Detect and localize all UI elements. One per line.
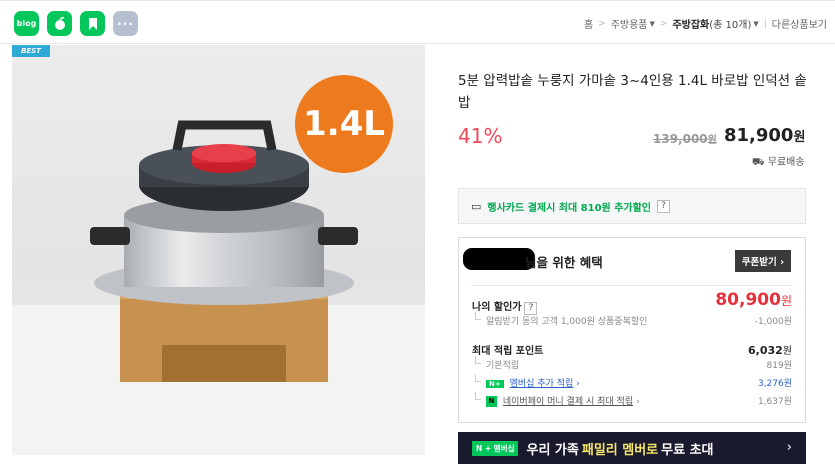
membership-points-row[interactable]: N+ 멤버십 추가 적립 › 3,276원 <box>472 374 792 389</box>
pressure-cooker-illustration <box>90 120 358 382</box>
banner-text-post: 무료 초대 <box>661 442 714 458</box>
original-price-unit: 원 <box>707 135 717 146</box>
original-price: 139,000원 <box>653 131 717 146</box>
chevron-right-icon: › <box>635 397 640 407</box>
chevron-right-icon: > <box>598 18 606 29</box>
product-image[interactable]: BEST 1.4L <box>12 45 425 455</box>
divider: | <box>763 18 767 29</box>
sale-price: 81,900원 <box>724 125 805 146</box>
npay-points-value: 1,637원 <box>757 397 792 407</box>
my-price-row: 나의 할인가? 80,900원 <box>472 290 792 315</box>
divider <box>471 285 793 286</box>
truck-icon: ⛟ <box>752 157 765 168</box>
banner-text-highlight: 패밀리 멤버로 <box>581 442 659 458</box>
benefit-header: 님을 위한 혜택 쿠폰받기 › <box>459 238 805 282</box>
card-promo-text: 행사카드 결제시 최대 810원 추가할인 <box>487 202 652 214</box>
credit-card-icon: ▭ <box>471 199 482 213</box>
chevron-right-icon: › <box>780 257 784 268</box>
my-price: 80,900원 <box>715 290 792 310</box>
alarm-discount-text: 알림받기 동의 고객 1,000원 상품중복할인 <box>486 317 648 327</box>
chevron-down-icon: ▼ <box>753 19 759 28</box>
breadcrumb-count: (총 10개) <box>709 20 752 31</box>
membership-points-value: 3,276원 <box>757 379 792 389</box>
naver-share-icon[interactable] <box>47 11 72 36</box>
bookmark-share-icon[interactable] <box>80 11 105 36</box>
breadcrumb: 홈 > 주방용품 ▼ > 주방잡화 (총 10개) ▼ | 다른상품보기 <box>584 16 827 32</box>
points-label: 최대 적립 포인트 <box>472 346 544 357</box>
points-total: 6,032원 <box>748 344 792 357</box>
npay-points-link[interactable]: 네이버페이 머니 결제 시 최대 적립 <box>503 397 633 407</box>
more-share-icon[interactable]: ··· <box>113 11 138 36</box>
base-points-row: 기본적립 819원 <box>472 356 792 371</box>
membership-points-link[interactable]: 멤버십 추가 적립 <box>510 379 574 389</box>
top-bar: blog ··· 홈 > 주방용품 ▼ > 주방잡화 (총 10개) ▼ | 다… <box>0 0 835 44</box>
chevron-down-icon: ▼ <box>649 19 655 28</box>
tree-line <box>475 374 481 382</box>
product-page: blog ··· 홈 > 주방용품 ▼ > 주방잡화 (총 10개) ▼ | 다… <box>0 0 835 468</box>
membership-badge: N + 멤버십 <box>472 440 519 456</box>
tree-line <box>475 312 481 320</box>
card-promo[interactable]: ▭ 행사카드 결제시 최대 810원 추가할인 ? <box>458 188 806 224</box>
npay-points-row[interactable]: N 네이버페이 머니 결제 시 최대 적립 › 1,637원 <box>472 392 792 407</box>
banner-text-pre: 우리 가족 <box>526 442 579 458</box>
breadcrumb-home[interactable]: 홈 <box>584 16 593 31</box>
coupon-button-label: 쿠폰받기 <box>741 257 777 268</box>
sale-price-value: 81,900 <box>724 125 794 146</box>
tree-line <box>475 356 481 364</box>
sale-price-unit: 원 <box>793 130 806 145</box>
base-points-label: 기본적립 <box>486 361 520 371</box>
tree-line <box>475 392 481 400</box>
blog-share-icon[interactable]: blog <box>14 11 39 36</box>
original-price-value: 139,000 <box>653 132 708 146</box>
chevron-right-icon: › <box>576 379 580 389</box>
share-buttons: blog ··· <box>14 11 138 36</box>
product-title: 5분 압력밥솥 누룽지 가마솥 3~4인용 1.4L 바로밥 인덕션 솥밥 <box>458 73 807 111</box>
my-price-label: 나의 할인가? <box>472 302 538 315</box>
chevron-right-icon: > <box>659 18 668 29</box>
naver-plus-icon: N+ <box>486 379 504 388</box>
npay-icon: N <box>486 396 497 407</box>
shipping-info: ⛟ 무료배송 <box>752 153 805 170</box>
points-row: 최대 적립 포인트 6,032원 <box>472 342 792 357</box>
breadcrumb-category[interactable]: 주방용품 <box>611 16 648 31</box>
family-membership-banner[interactable]: N + 멤버십 우리 가족 패밀리 멤버로 무료 초대 › <box>458 432 806 464</box>
shipping-label: 무료배송 <box>767 157 805 168</box>
other-products-link[interactable]: 다른상품보기 <box>772 16 827 31</box>
base-points-value: 819원 <box>766 361 792 371</box>
alarm-discount-value: -1,000원 <box>754 317 792 327</box>
benefit-title: 님을 위한 혜택 <box>525 255 603 270</box>
alarm-discount-row: 알림받기 동의 고객 1,000원 상품중복할인 -1,000원 <box>472 312 792 327</box>
discount-rate: 41% <box>458 124 503 148</box>
coupon-button[interactable]: 쿠폰받기 › <box>734 250 791 272</box>
benefit-panel: 님을 위한 혜택 쿠폰받기 › 나의 할인가? 80,900원 알림받기 동의 … <box>458 237 806 423</box>
help-icon[interactable]: ? <box>657 199 671 213</box>
chevron-right-icon: › <box>786 440 792 455</box>
breadcrumb-current[interactable]: 주방잡화 <box>672 16 709 31</box>
